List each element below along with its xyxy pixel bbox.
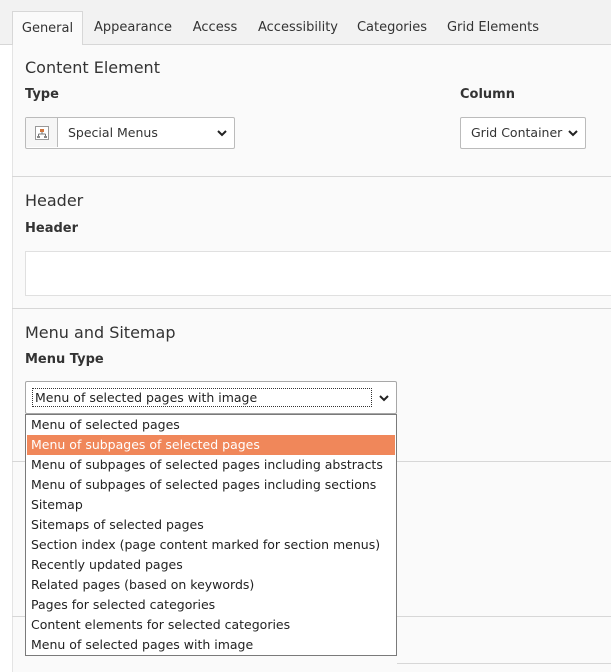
menu-type-dropdown: Menu of selected pages Menu of subpages …	[25, 414, 397, 656]
chevron-down-icon	[568, 130, 578, 137]
dropdown-option[interactable]: Recently updated pages	[27, 555, 395, 575]
dropdown-option[interactable]: Section index (page content marked for s…	[27, 535, 395, 555]
tab-general[interactable]: General	[12, 11, 83, 46]
column-label: Column	[460, 87, 515, 102]
menu-type-select-value: Menu of selected pages with image	[32, 388, 372, 407]
type-label: Type	[25, 87, 59, 102]
menu-type-select[interactable]: Menu of selected pages with image	[25, 381, 397, 414]
content-element-title: Content Element	[25, 58, 160, 77]
header-field-label: Header	[25, 221, 79, 236]
dropdown-option[interactable]: Content elements for selected categories	[27, 615, 395, 635]
chevron-down-icon	[379, 395, 389, 402]
dropdown-option[interactable]: Menu of subpages of selected pages inclu…	[27, 455, 395, 475]
tab-categories[interactable]: Categories	[352, 11, 432, 45]
type-select[interactable]: Special Menus	[25, 117, 235, 149]
tab-access[interactable]: Access	[186, 11, 244, 45]
dropdown-option[interactable]: Menu of selected pages	[27, 415, 395, 435]
tab-accessibility[interactable]: Accessibility	[253, 11, 343, 45]
header-section-title: Header	[25, 191, 84, 210]
dropdown-option[interactable]: Sitemap	[27, 495, 395, 515]
type-select-value: Special Menus	[68, 125, 158, 140]
header-input[interactable]	[25, 251, 611, 296]
menu-section-title: Menu and Sitemap	[25, 323, 176, 342]
menu-type-label: Menu Type	[25, 352, 104, 367]
dropdown-option[interactable]: Related pages (based on keywords)	[27, 575, 395, 595]
chevron-down-icon	[217, 130, 227, 137]
dropdown-option-highlighted[interactable]: Menu of subpages of selected pages	[27, 435, 395, 455]
content-type-icon	[26, 118, 58, 147]
dropdown-option[interactable]: Menu of subpages of selected pages inclu…	[27, 475, 395, 495]
tab-appearance[interactable]: Appearance	[88, 11, 178, 45]
tab-bar: General Appearance Access Accessibility …	[0, 0, 611, 46]
column-select-value: Grid Container	[471, 125, 563, 140]
column-select[interactable]: Grid Container	[460, 117, 586, 149]
tab-grid-elements[interactable]: Grid Elements	[441, 11, 545, 45]
dropdown-option[interactable]: Sitemaps of selected pages	[27, 515, 395, 535]
dropdown-option[interactable]: Menu of selected pages with image	[27, 635, 395, 655]
dropdown-option[interactable]: Pages for selected categories	[27, 595, 395, 615]
input-edge	[397, 663, 611, 664]
